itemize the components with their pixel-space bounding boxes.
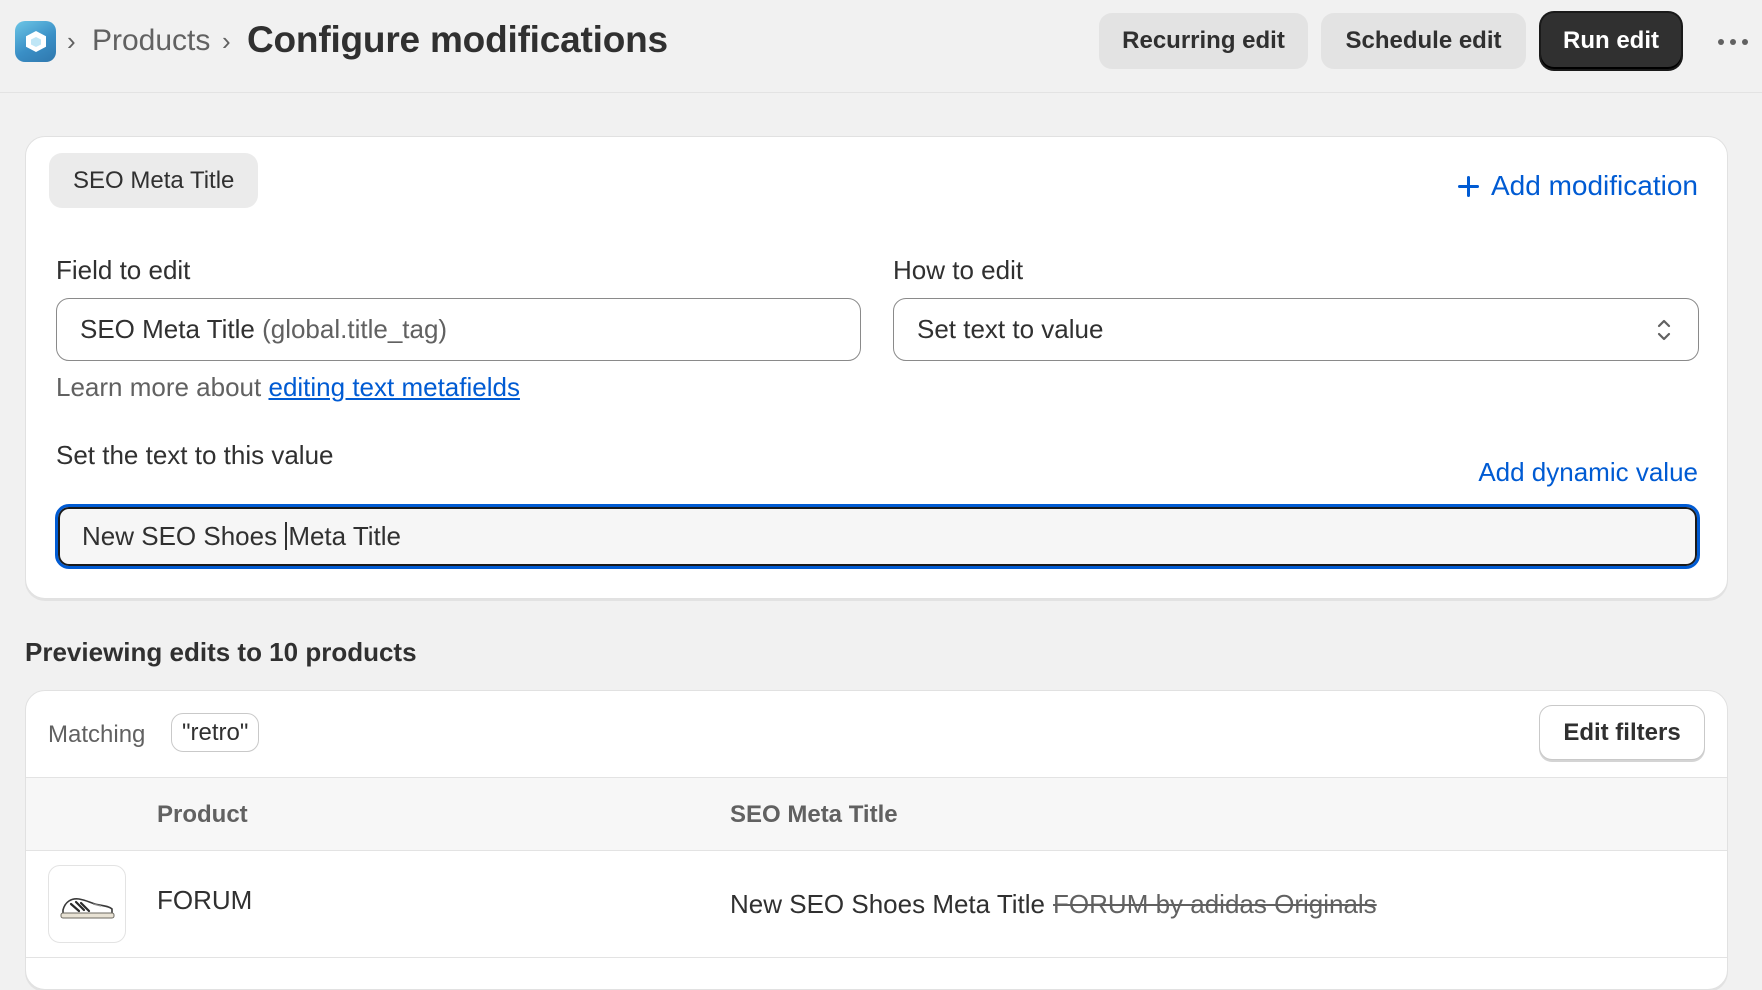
page-title: Configure modifications [247, 19, 668, 60]
learn-more-prefix: Learn more about [56, 372, 262, 402]
column-header-product: Product [157, 801, 248, 828]
run-edit-button[interactable]: Run edit [1541, 13, 1681, 69]
page-header: › Products › Configure modifications Rec… [0, 0, 1762, 93]
seo-title-preview: New SEO Shoes Meta Title FORUM by adidas … [730, 889, 1377, 920]
preview-heading: Previewing edits to 10 products [25, 637, 417, 667]
schedule-edit-button[interactable]: Schedule edit [1321, 13, 1526, 69]
matching-label: Matching [48, 721, 146, 748]
new-value: New SEO Shoes Meta Title [730, 889, 1046, 919]
column-header-seo-meta-title: SEO Meta Title [730, 801, 898, 828]
value-text-after-caret: Meta Title [288, 521, 402, 551]
how-to-edit-value: Set text to value [917, 314, 1104, 344]
more-horizontal-icon[interactable] [1716, 37, 1750, 47]
how-to-edit-select[interactable]: Set text to value [893, 298, 1699, 361]
preview-card: Matching "retro" Edit filters Product SE… [25, 690, 1728, 990]
modification-card: SEO Meta Title Add modification Field to… [25, 136, 1728, 599]
product-name[interactable]: FORUM [157, 885, 252, 916]
plus-icon [1457, 175, 1479, 197]
text-caret [285, 522, 288, 550]
field-key: (global.title_tag) [262, 314, 448, 344]
filter-pill[interactable]: "retro" [171, 713, 260, 752]
old-value: FORUM by adidas Originals [1053, 889, 1377, 919]
select-chevrons-icon [1657, 319, 1671, 341]
how-to-edit-label: How to edit [893, 255, 1024, 285]
set-value-input[interactable]: New SEO Shoes Meta Title [55, 504, 1700, 569]
add-modification-button[interactable]: Add modification [1457, 170, 1698, 202]
learn-more-text: Learn more about editing text metafields [56, 372, 520, 403]
app-logo-icon[interactable] [15, 21, 56, 62]
chevron-right-icon: › [222, 26, 231, 56]
field-to-edit-label: Field to edit [56, 255, 191, 285]
field-to-edit-input[interactable]: SEO Meta Title (global.title_tag) [56, 298, 861, 361]
add-modification-label: Add modification [1490, 170, 1698, 201]
breadcrumb-products[interactable]: Products [92, 24, 210, 58]
chevron-right-icon: › [67, 26, 76, 56]
add-dynamic-value-link[interactable]: Add dynamic value [1478, 457, 1698, 488]
sneaker-thumbnail [48, 865, 126, 943]
field-name: SEO Meta Title [80, 314, 255, 344]
set-value-label: Set the text to this value [56, 440, 334, 470]
value-text-before-caret: New SEO Shoes [82, 521, 285, 551]
table-header: Product SEO Meta Title [26, 777, 1727, 851]
recurring-edit-button[interactable]: Recurring edit [1099, 13, 1308, 69]
modification-tag[interactable]: SEO Meta Title [49, 153, 259, 208]
edit-filters-button[interactable]: Edit filters [1539, 705, 1705, 760]
editing-text-metafields-link[interactable]: editing text metafields [268, 372, 519, 402]
table-row[interactable]: FORUM New SEO Shoes Meta Title FORUM by a… [26, 851, 1727, 958]
